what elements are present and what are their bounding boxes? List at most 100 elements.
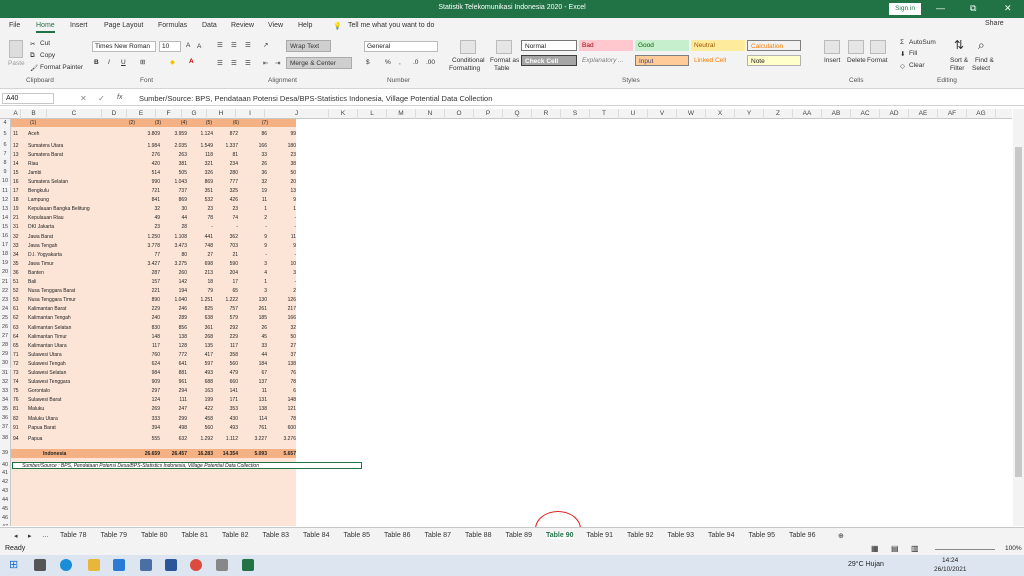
style-good[interactable]: Good (635, 40, 689, 51)
format-cells-button[interactable]: Format (867, 57, 888, 64)
value-cell[interactable]: 505 (159, 170, 187, 176)
value-cell[interactable]: 2 (240, 215, 267, 221)
conditional-formatting-button[interactable]: Conditional (452, 57, 485, 64)
sheet-tab[interactable]: Table 78 (60, 532, 86, 539)
province-cell[interactable]: Bengkulu (28, 188, 49, 194)
value-cell[interactable]: 126 (271, 297, 296, 303)
next-sheet-icon[interactable]: ▸ (28, 532, 32, 540)
header-cell[interactable]: (1) (30, 120, 50, 126)
align-bottom-icon[interactable]: ☰ (245, 41, 251, 49)
value-cell[interactable]: 351 (187, 188, 213, 194)
value-cell[interactable]: 441 (187, 234, 213, 240)
value-cell[interactable]: 38 (271, 161, 296, 167)
row-header[interactable]: 41 (0, 469, 11, 479)
decrease-decimal-icon[interactable]: .00 (426, 59, 435, 66)
column-header[interactable]: I (236, 109, 265, 119)
value-cell[interactable]: 3.959 (159, 131, 187, 137)
province-cell[interactable]: Nusa Tenggara Barat (28, 288, 75, 294)
value-cell[interactable]: 138 (240, 406, 267, 412)
style-input[interactable]: Input (635, 55, 689, 66)
value-cell[interactable]: 118 (187, 152, 213, 158)
excel-taskbar-icon[interactable] (242, 559, 254, 571)
sheet-tab[interactable]: Table 95 (749, 532, 775, 539)
value-cell[interactable]: 2.035 (159, 143, 187, 149)
code-cell[interactable]: 91 (13, 425, 19, 431)
value-cell[interactable]: 361 (187, 325, 213, 331)
row-header[interactable]: 35 (0, 404, 11, 414)
row-header[interactable]: 23 (0, 295, 11, 305)
find-select-icon[interactable]: ⌕ (978, 38, 985, 53)
value-cell[interactable]: 141 (214, 388, 238, 394)
bold-icon[interactable]: B (94, 59, 99, 66)
column-header[interactable]: S (561, 109, 590, 119)
header-cell[interactable]: (2) (110, 120, 135, 126)
value-cell[interactable]: 760 (135, 352, 160, 358)
store-icon[interactable] (113, 559, 125, 571)
italic-icon[interactable]: I (108, 59, 110, 66)
style-calculation[interactable]: Calculation (747, 40, 801, 51)
worksheet-grid[interactable]: A B C D E F G H I J K L M N O P Q R S T U V W X Y Z AA AB AC AD AE AF AG… (0, 109, 1012, 526)
file-explorer-icon[interactable] (88, 559, 100, 571)
value-cell[interactable]: 1.251 (187, 297, 213, 303)
value-cell[interactable]: 777 (214, 179, 238, 185)
value-cell[interactable]: 326 (187, 170, 213, 176)
column-header[interactable]: V (648, 109, 677, 119)
province-cell[interactable]: Sulawesi Selatan (28, 370, 66, 376)
value-cell[interactable]: 841 (135, 197, 160, 203)
normal-view-icon[interactable]: ▦ (871, 544, 879, 553)
value-cell[interactable]: 166 (240, 143, 267, 149)
close-icon[interactable]: ✕ (1004, 3, 1012, 14)
tab-review[interactable]: Review (231, 22, 254, 29)
value-cell[interactable]: 6 (271, 388, 296, 394)
align-center-icon[interactable]: ☰ (231, 59, 237, 67)
column-header[interactable]: O (445, 109, 474, 119)
row-header[interactable]: 4 (0, 119, 11, 127)
value-cell[interactable]: 362 (214, 234, 238, 240)
mail-icon[interactable] (140, 559, 152, 571)
sheet-tab[interactable]: Table 83 (263, 532, 289, 539)
code-cell[interactable]: 64 (13, 334, 19, 340)
value-cell[interactable]: 131 (240, 397, 267, 403)
value-cell[interactable]: 185 (240, 315, 267, 321)
column-header[interactable]: J (265, 109, 329, 119)
font-color-icon[interactable]: A (189, 58, 194, 65)
value-cell[interactable]: 229 (214, 334, 238, 340)
province-cell[interactable]: Nusa Tenggara Timur (28, 297, 76, 303)
row-header[interactable]: 9 (0, 168, 11, 178)
header-cell[interactable]: (5) (188, 120, 212, 126)
column-header[interactable]: T (590, 109, 619, 119)
row-header[interactable]: 21 (0, 277, 11, 287)
value-cell[interactable]: 9 (240, 234, 267, 240)
formula-input[interactable]: Sumber/Source: BPS, Pendataan Potensi De… (139, 94, 492, 103)
cancel-icon[interactable]: ✕ (80, 94, 87, 103)
style-note[interactable]: Note (747, 55, 801, 66)
value-cell[interactable]: 78 (187, 215, 213, 221)
value-cell[interactable]: - (240, 224, 267, 230)
value-cell[interactable]: 2 (271, 288, 296, 294)
tab-home[interactable]: Home (36, 22, 55, 33)
comma-icon[interactable]: , (399, 59, 401, 66)
add-sheet-icon[interactable]: ⊕ (838, 532, 844, 540)
value-cell[interactable]: 124 (135, 397, 160, 403)
province-cell[interactable]: Gorontalo (28, 388, 50, 394)
column-header[interactable]: L (358, 109, 387, 119)
value-cell[interactable]: 260 (159, 270, 187, 276)
row-header[interactable]: 38 (0, 432, 11, 446)
province-cell[interactable]: Jawa Tengah (28, 243, 57, 249)
merge-center-button[interactable]: Merge & Center (286, 57, 352, 69)
increase-decimal-icon[interactable]: .0 (413, 59, 418, 66)
align-left-icon[interactable]: ☰ (217, 59, 223, 67)
value-cell[interactable]: 79 (187, 288, 213, 294)
value-cell[interactable]: 261 (240, 306, 267, 312)
value-cell[interactable]: 632 (159, 436, 187, 442)
value-cell[interactable]: 624 (135, 361, 160, 367)
value-cell[interactable]: 3.473 (159, 243, 187, 249)
province-cell[interactable]: DKI Jakarta (28, 224, 54, 230)
column-header[interactable]: N (416, 109, 445, 119)
value-cell[interactable]: 86 (240, 131, 267, 137)
value-cell[interactable]: 909 (135, 379, 160, 385)
value-cell[interactable]: 130 (240, 297, 267, 303)
header-cell[interactable]: (4) (162, 120, 187, 126)
value-cell[interactable]: 872 (214, 131, 238, 137)
province-cell[interactable]: Aceh (28, 131, 39, 137)
